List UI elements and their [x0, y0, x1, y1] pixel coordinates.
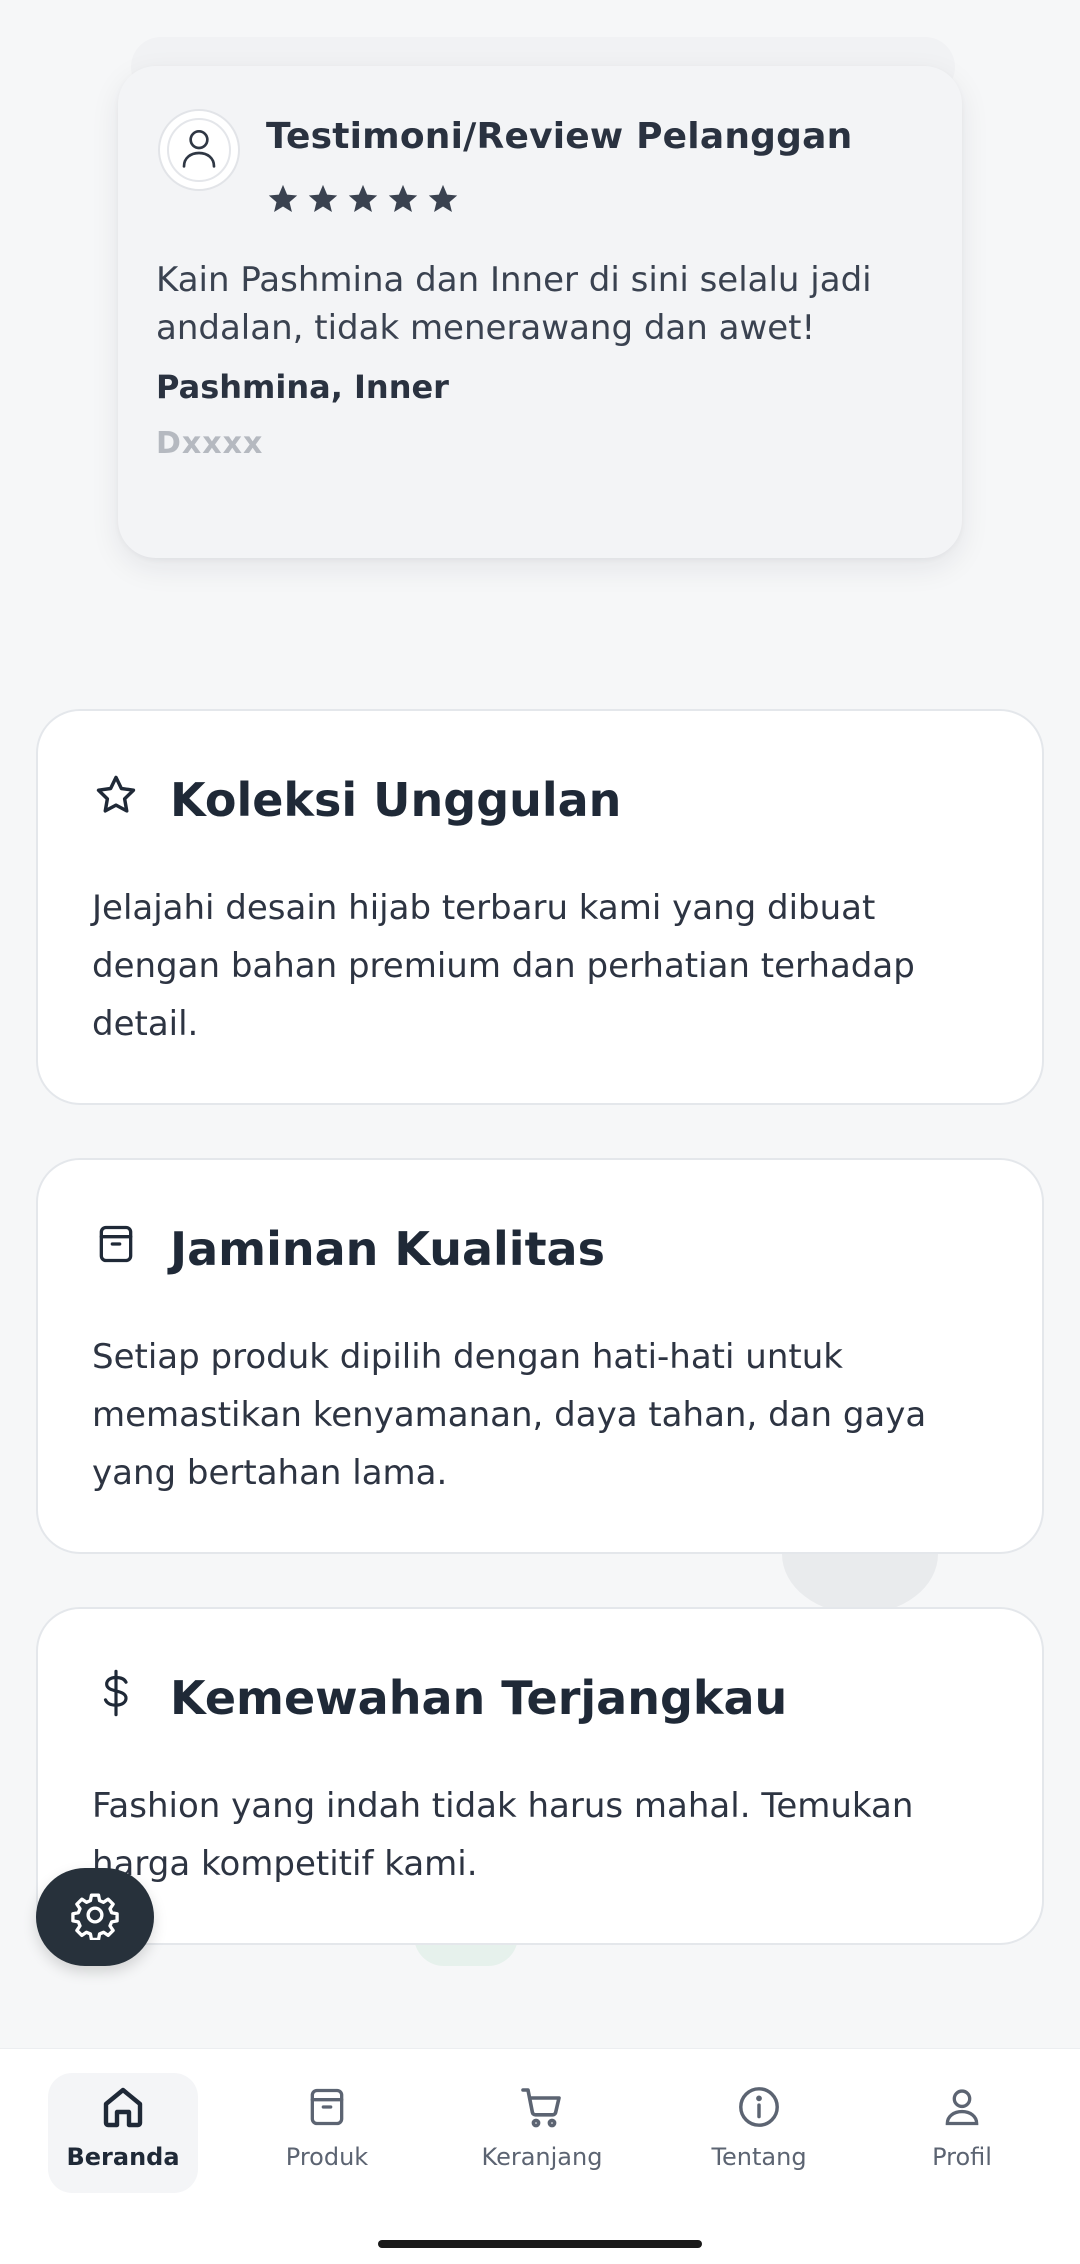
- star-icon: [426, 182, 460, 220]
- testimonial-text: Kain Pashmina dan Inner di sini selalu j…: [156, 260, 872, 348]
- feature-card-koleksi: Koleksi Unggulan Jelajahi desain hijab t…: [36, 709, 1044, 1105]
- nav-label: Tentang: [711, 2143, 807, 2171]
- star-rating: [266, 182, 460, 220]
- feature-text: Setiap produk dipilih dengan hati-hati u…: [92, 1337, 927, 1493]
- avatar: [158, 109, 240, 191]
- home-icon: [97, 2081, 149, 2133]
- star-icon: [266, 182, 300, 220]
- nav-item-keranjang[interactable]: Keranjang: [467, 2073, 617, 2193]
- feature-title: Kemewahan Terjangkau: [170, 1671, 788, 1725]
- star-icon: [386, 182, 420, 220]
- archive-box-icon: [92, 1220, 140, 1268]
- nav-item-profil[interactable]: Profil: [887, 2073, 1037, 2193]
- testimonial-products: Pashmina, Inner: [156, 368, 449, 406]
- box-icon: [301, 2081, 353, 2133]
- nav-label: Beranda: [66, 2143, 180, 2171]
- nav-item-produk[interactable]: Produk: [252, 2073, 402, 2193]
- testimonial-title: Testimoni/Review Pelanggan: [266, 116, 853, 157]
- user-icon: [179, 126, 219, 174]
- bottom-navigation: Beranda Produk Keranjang Tentang Profil: [0, 2048, 1080, 2264]
- dollar-icon: [92, 1669, 140, 1717]
- nav-item-beranda[interactable]: Beranda: [48, 2073, 198, 2193]
- nav-label: Produk: [285, 2143, 369, 2171]
- testimonial-card: Testimoni/Review Pelanggan Kain Pashmina…: [118, 66, 962, 558]
- nav-label: Profil: [932, 2143, 992, 2171]
- cart-icon: [516, 2081, 568, 2133]
- feature-title: Koleksi Unggulan: [170, 773, 622, 827]
- star-icon: [346, 182, 380, 220]
- feature-card-kualitas: Jaminan Kualitas Setiap produk dipilih d…: [36, 1158, 1044, 1554]
- user-icon: [936, 2081, 988, 2133]
- star-icon: [92, 771, 140, 819]
- testimonial-customer-name: Dxxxx: [156, 426, 264, 461]
- feature-text: Jelajahi desain hijab terbaru kami yang …: [92, 888, 915, 1044]
- star-icon: [306, 182, 340, 220]
- settings-button[interactable]: [36, 1868, 154, 1966]
- gear-icon: [70, 1890, 120, 1944]
- feature-card-kemewahan: Kemewahan Terjangkau Fashion yang indah …: [36, 1607, 1044, 1945]
- nav-label: Keranjang: [481, 2143, 603, 2171]
- home-indicator[interactable]: [378, 2240, 702, 2248]
- feature-title: Jaminan Kualitas: [170, 1222, 605, 1276]
- feature-text: Fashion yang indah tidak harus mahal. Te…: [92, 1786, 914, 1884]
- nav-item-tentang[interactable]: Tentang: [684, 2073, 834, 2193]
- info-icon: [733, 2081, 785, 2133]
